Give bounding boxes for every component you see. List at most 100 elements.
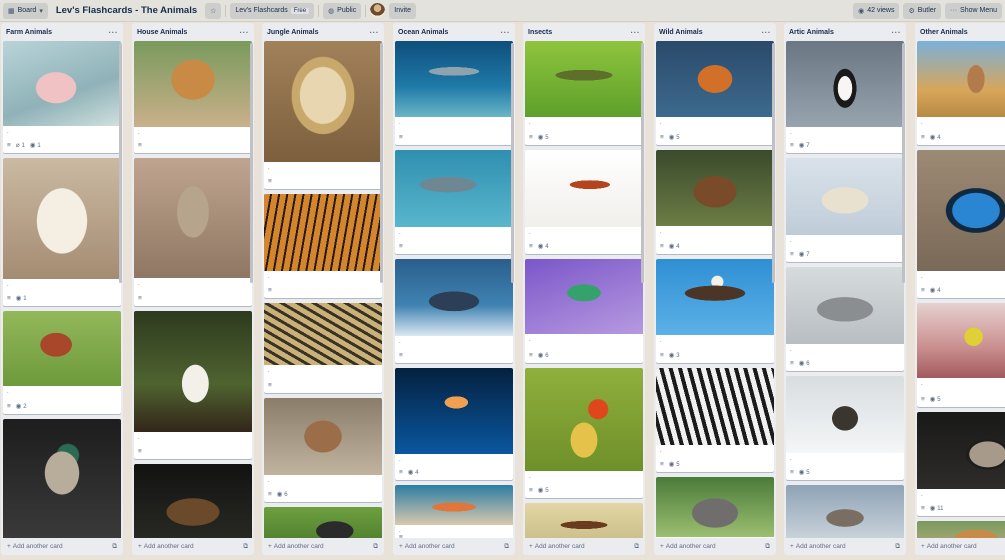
card[interactable]: . ≡ ◉ 1	[3, 158, 121, 306]
attachment-count: 1	[21, 143, 25, 149]
card[interactable]: .≡	[264, 507, 382, 538]
list-scrollbar[interactable]	[772, 43, 775, 283]
card-template-icon[interactable]: ⧉	[765, 543, 770, 551]
card[interactable]: .≡	[656, 477, 774, 538]
card[interactable]: .≡	[134, 311, 252, 459]
add-card-button[interactable]: +Add another card⧉	[132, 538, 254, 555]
add-card-button[interactable]: +Add another card⧉	[654, 538, 776, 555]
add-card-button[interactable]: +Add another card⧉	[262, 538, 384, 555]
card[interactable]: . ≡ ◉ 4	[395, 368, 513, 480]
add-card-button[interactable]: +Add another card⧉	[1, 538, 123, 555]
views-button[interactable]: ◉ 42 views	[853, 2, 900, 19]
member-avatar[interactable]	[370, 3, 386, 18]
card[interactable]: . ≡ ◉ 6	[786, 267, 904, 371]
card-badges: ≡	[399, 134, 403, 141]
list-title[interactable]: Wild Animals	[659, 29, 703, 36]
list-title[interactable]: Farm Animals	[6, 29, 52, 36]
card[interactable]: .≡	[786, 485, 904, 538]
list-title[interactable]: Other Animals	[920, 29, 968, 36]
star-button[interactable]: ☆	[205, 2, 222, 19]
views-count: 4	[676, 244, 680, 250]
card[interactable]: . ≡ ◉ 4	[656, 150, 774, 254]
card[interactable]: .≡	[395, 150, 513, 254]
card[interactable]: .≡	[134, 41, 252, 153]
card[interactable]: .≡	[3, 419, 121, 538]
list-menu-icon[interactable]: ···	[240, 28, 250, 37]
list-scrollbar[interactable]	[250, 43, 253, 283]
workspace-button[interactable]: Lev's Flashcards Free	[230, 2, 315, 19]
board-menu-button[interactable]: ▦ Board ▾	[3, 2, 48, 19]
list-scrollbar[interactable]	[902, 43, 905, 283]
list-menu-icon[interactable]: ···	[109, 28, 119, 37]
card-template-icon[interactable]: ⧉	[112, 543, 117, 551]
card[interactable]: .≡	[134, 464, 252, 538]
card-title: .	[921, 381, 923, 387]
card[interactable]: . ≡ ◉ 4	[917, 41, 1005, 145]
card[interactable]: .≡	[395, 41, 513, 145]
card-cover-image	[134, 464, 252, 538]
card-template-icon[interactable]: ⧉	[373, 543, 378, 551]
add-card-button[interactable]: +Add another card⧉	[915, 538, 1005, 555]
list-menu-icon[interactable]: ···	[370, 28, 380, 37]
card[interactable]: . ≡ ⌀ 1 ◉ 1	[3, 41, 121, 153]
list-header[interactable]: Wild Animals ···	[654, 23, 776, 41]
card[interactable]: . ≡ ◉ 5	[656, 41, 774, 145]
card[interactable]: .≡	[395, 485, 513, 538]
card[interactable]: .≡	[264, 194, 382, 298]
card[interactable]: .≡	[917, 521, 1005, 538]
list-header[interactable]: Other Animals···	[915, 23, 1005, 41]
add-card-button[interactable]: +Add another card⧉	[393, 538, 515, 555]
list-menu-icon[interactable]: ···	[501, 28, 511, 37]
add-card-button[interactable]: +Add another card⧉	[784, 538, 906, 555]
card[interactable]: . ≡ ◉ 7	[786, 41, 904, 153]
card[interactable]: .≡	[134, 158, 252, 306]
card[interactable]: . ≡ ◉ 11	[917, 412, 1005, 516]
invite-button[interactable]: Invite	[389, 2, 416, 19]
card-template-icon[interactable]: ⧉	[243, 543, 248, 551]
card[interactable]: . ≡ ◉ 5	[525, 368, 643, 498]
card[interactable]: . ≡ ◉ 2	[3, 311, 121, 414]
card-cover-image	[525, 150, 643, 227]
card-template-icon[interactable]: ⧉	[895, 543, 900, 551]
card[interactable]: . ≡ ◉ 5	[786, 376, 904, 480]
list-scrollbar[interactable]	[119, 43, 122, 283]
card[interactable]: .≡	[264, 303, 382, 393]
card[interactable]: . ≡ ◉ 5	[656, 368, 774, 472]
list-scrollbar[interactable]	[380, 43, 383, 283]
card[interactable]: . ≡ ◉ 4	[525, 150, 643, 254]
card[interactable]: . ≡ ◉ 3	[656, 259, 774, 363]
card[interactable]: . ≡ ◉ 6	[264, 398, 382, 502]
card[interactable]: .≡	[395, 259, 513, 363]
card[interactable]: . ≡ ◉ 4	[917, 150, 1005, 298]
list-title[interactable]: House Animals	[137, 29, 187, 36]
list-header[interactable]: Farm Animals ···	[1, 23, 123, 41]
list-menu-icon[interactable]: ···	[892, 28, 902, 37]
card[interactable]: . ≡ ◉ 7	[786, 158, 904, 262]
list-header[interactable]: House Animals ···	[132, 23, 254, 41]
card-badges: ≡ ◉ 4	[921, 133, 941, 142]
card[interactable]: .≡	[525, 503, 643, 538]
list-header[interactable]: Insects ···	[523, 23, 645, 41]
butler-button[interactable]: ⚙ Butler	[903, 2, 942, 19]
list-header[interactable]: Artic Animals ···	[784, 23, 906, 41]
list-menu-icon[interactable]: ···	[762, 28, 772, 37]
card[interactable]: . ≡ ◉ 6	[525, 259, 643, 363]
card[interactable]: . ≡ ◉ 5	[917, 303, 1005, 407]
list-menu-icon[interactable]: ···	[631, 28, 641, 37]
list-title[interactable]: Artic Animals	[789, 29, 834, 36]
board-title[interactable]: Lev's Flashcards - The Animals	[52, 5, 201, 16]
visibility-button[interactable]: ◍ Public	[323, 2, 362, 19]
add-card-button[interactable]: +Add another card⧉	[523, 538, 645, 555]
list-header[interactable]: Jungle Animals ···	[262, 23, 384, 41]
list-title[interactable]: Ocean Animals	[398, 29, 448, 36]
card-template-icon[interactable]: ⧉	[634, 543, 639, 551]
list-scrollbar[interactable]	[511, 43, 514, 283]
list-scrollbar[interactable]	[641, 43, 644, 283]
list-header[interactable]: Ocean Animals ···	[393, 23, 515, 41]
card[interactable]: .≡	[264, 41, 382, 189]
card-template-icon[interactable]: ⧉	[504, 543, 509, 551]
card[interactable]: . ≡ ◉ 5	[525, 41, 643, 145]
show-menu-button[interactable]: ··· Show Menu	[945, 2, 1002, 19]
list-title[interactable]: Jungle Animals	[267, 29, 318, 36]
list-title[interactable]: Insects	[528, 29, 552, 36]
